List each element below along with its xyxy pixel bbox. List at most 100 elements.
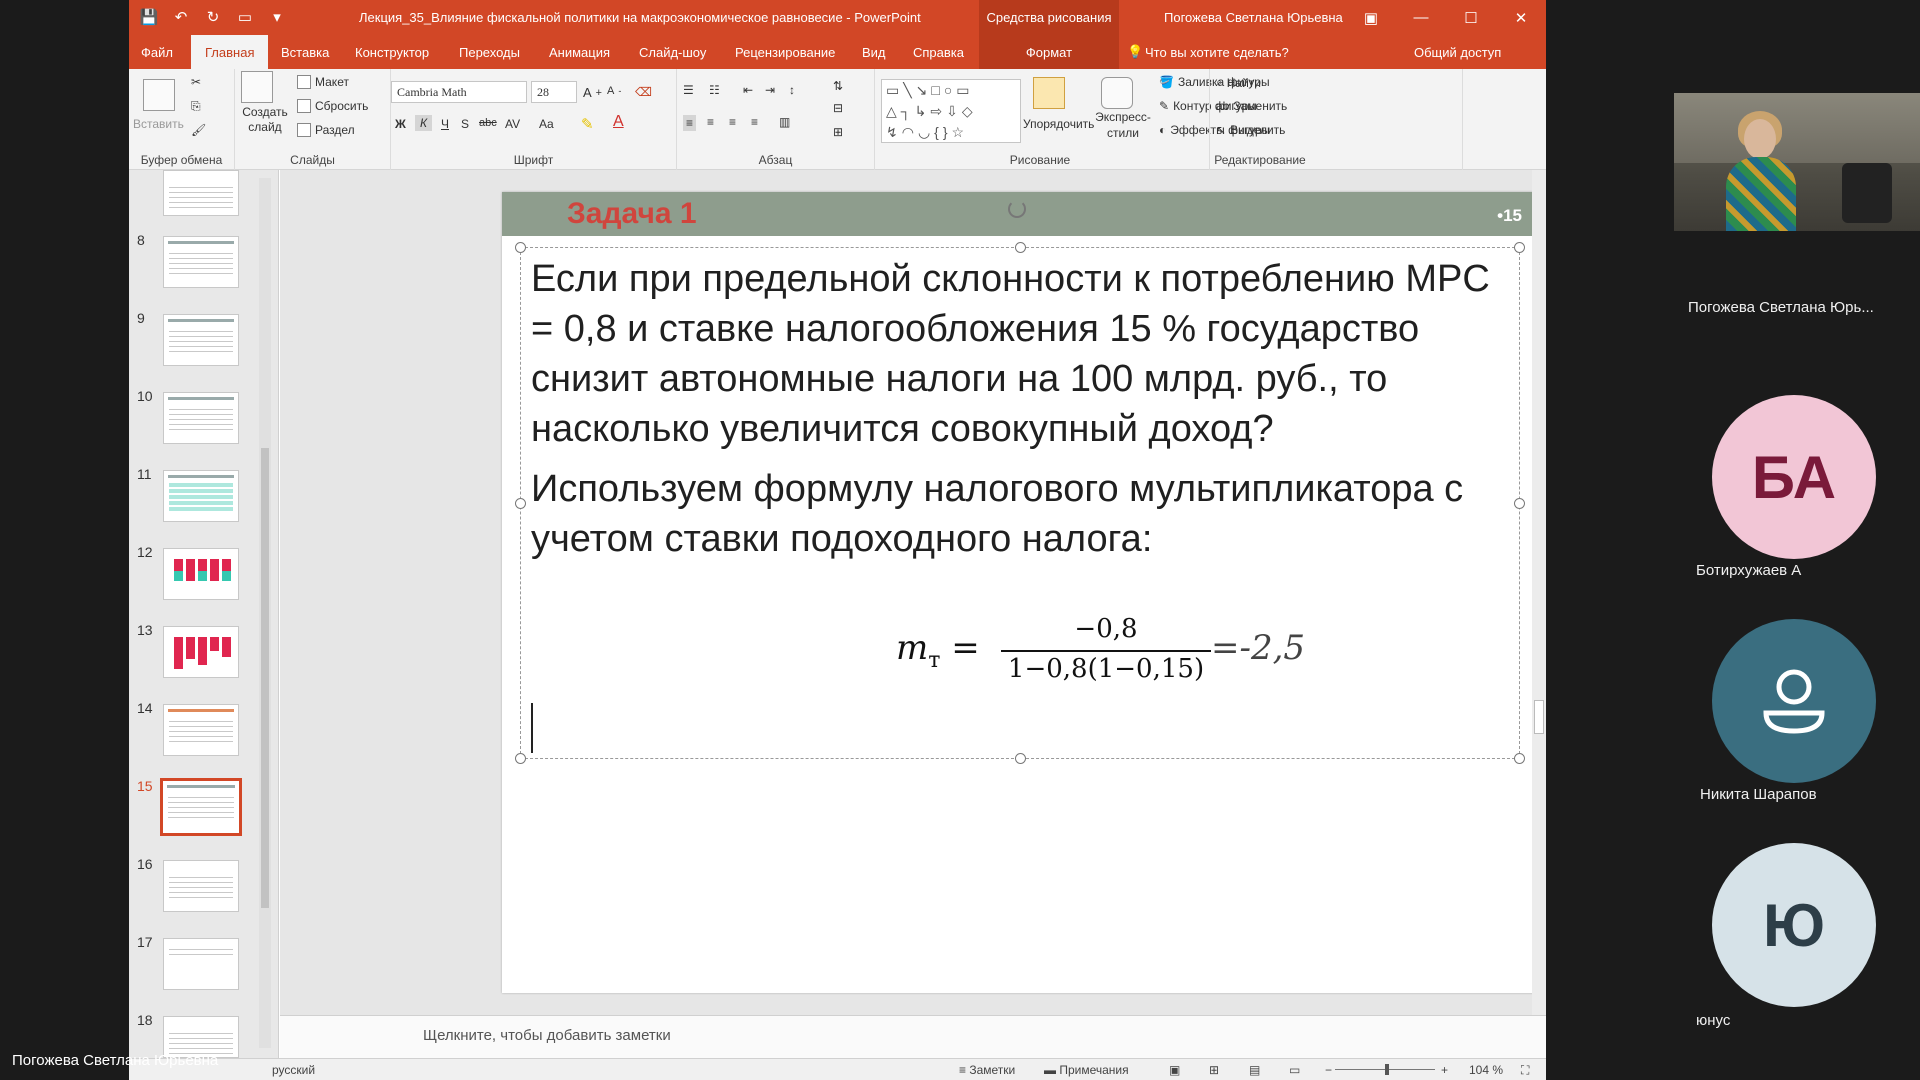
char-spacing-button[interactable]: AV	[505, 117, 520, 131]
participant-avatar[interactable]	[1712, 619, 1876, 783]
tab-review[interactable]: Рецензирование	[735, 35, 835, 69]
underline-button[interactable]: Ч	[441, 117, 449, 131]
signed-in-user[interactable]: Погожева Светлана Юрьевна	[1164, 10, 1343, 25]
paste-button[interactable]: Вставить	[133, 117, 184, 131]
tab-help[interactable]: Справка	[913, 35, 964, 69]
arrange-button[interactable]: Упорядочить	[1023, 117, 1094, 131]
bold-button[interactable]: Ж	[395, 117, 406, 131]
thumbnails-scrollbar[interactable]	[259, 178, 271, 1048]
format-painter-icon[interactable]: 🖌	[191, 123, 206, 137]
copy-icon[interactable]: ⎘	[191, 99, 201, 114]
presenter-video[interactable]	[1674, 93, 1920, 231]
decrease-indent-icon[interactable]: ⇤	[743, 83, 753, 97]
numbering-icon[interactable]: ☷	[709, 83, 720, 97]
zoom-out-icon[interactable]: −	[1325, 1063, 1332, 1077]
quick-styles-icon[interactable]	[1101, 77, 1133, 109]
scrollbar-thumb[interactable]	[1534, 700, 1544, 734]
thumbnail-slide-15[interactable]	[160, 778, 242, 836]
font-size-combo[interactable]: 28	[531, 81, 577, 103]
thumbnail-slide-7[interactable]	[163, 170, 239, 216]
thumbnail-slide-9[interactable]	[163, 314, 239, 366]
notes-pane[interactable]: Щелкните, чтобы добавить заметки	[280, 1015, 1546, 1058]
increase-indent-icon[interactable]: ⇥	[765, 83, 775, 97]
quick-styles-button[interactable]: Экспресс-стили	[1093, 109, 1153, 141]
layout-button[interactable]: Макет	[297, 75, 349, 89]
share-button[interactable]: Общий доступ	[1414, 35, 1501, 69]
close-icon[interactable]: ✕	[1496, 0, 1546, 35]
align-left-icon[interactable]: ≡	[683, 115, 697, 131]
resize-handle[interactable]	[515, 753, 526, 764]
tell-me-search[interactable]: Что вы хотите сделать?	[1145, 35, 1289, 69]
customize-qat-icon[interactable]: ▾	[267, 7, 287, 27]
normal-view-icon[interactable]: ▣	[1169, 1063, 1180, 1077]
minimize-icon[interactable]: —	[1396, 0, 1446, 35]
clear-formatting-icon[interactable]: ⌫	[635, 85, 652, 99]
tab-slideshow[interactable]: Слайд-шоу	[639, 35, 706, 69]
thumbnail-slide-14[interactable]	[163, 704, 239, 756]
zoom-slider[interactable]	[1335, 1064, 1435, 1075]
columns-icon[interactable]: ▥	[779, 115, 790, 129]
bullets-icon[interactable]: ☰	[683, 83, 694, 97]
resize-handle[interactable]	[515, 498, 526, 509]
grow-font-icon[interactable]: A +	[583, 85, 602, 100]
thumbnail-slide-17[interactable]	[163, 938, 239, 990]
resize-handle[interactable]	[1514, 753, 1525, 764]
align-text-icon[interactable]: ⊟	[833, 101, 843, 115]
comments-toggle[interactable]: ▬ Примечания	[1044, 1063, 1129, 1077]
zoom-in-icon[interactable]: +	[1441, 1063, 1448, 1077]
rotate-handle-icon[interactable]	[1008, 200, 1026, 218]
thumbnail-slide-13[interactable]	[163, 626, 239, 678]
redo-icon[interactable]: ↻	[203, 7, 223, 27]
justify-icon[interactable]: ≡	[751, 115, 758, 129]
start-slideshow-icon[interactable]: ▭	[235, 7, 255, 27]
tab-format[interactable]: Формат	[979, 35, 1119, 69]
save-icon[interactable]: 💾	[139, 7, 159, 27]
section-button[interactable]: Раздел	[297, 123, 355, 137]
participant-avatar[interactable]: БА	[1712, 395, 1876, 559]
tab-home[interactable]: Главная	[191, 35, 269, 69]
resize-handle[interactable]	[1514, 498, 1525, 509]
thumbnail-slide-8[interactable]	[163, 236, 239, 288]
slide-sorter-icon[interactable]: ⊞	[1209, 1063, 1219, 1077]
zoom-level[interactable]: 104 %	[1469, 1063, 1503, 1077]
resize-handle[interactable]	[1514, 242, 1525, 253]
thumbnail-slide-11[interactable]	[163, 470, 239, 522]
smartart-icon[interactable]: ⊞	[833, 125, 843, 139]
cut-icon[interactable]: ✂	[191, 75, 201, 89]
resize-handle[interactable]	[515, 242, 526, 253]
tab-transitions[interactable]: Переходы	[459, 35, 520, 69]
select-button[interactable]: ↖ Выделить	[1216, 123, 1285, 137]
tab-insert[interactable]: Вставка	[281, 35, 329, 69]
reading-view-icon[interactable]: ▤	[1249, 1063, 1260, 1077]
thumbnail-slide-12[interactable]	[163, 548, 239, 600]
line-spacing-icon[interactable]: ↕	[789, 83, 795, 97]
tab-design[interactable]: Конструктор	[355, 35, 429, 69]
slide-body-text[interactable]: Если при предельной склонности к потребл…	[531, 254, 1501, 564]
paste-icon[interactable]	[143, 79, 175, 111]
text-direction-icon[interactable]: ⇅	[833, 79, 843, 93]
resize-handle[interactable]	[1015, 242, 1026, 253]
change-case-button[interactable]: Aa	[539, 117, 554, 131]
resize-handle[interactable]	[1015, 753, 1026, 764]
strikethrough-button[interactable]: abc	[479, 117, 497, 129]
align-right-icon[interactable]: ≡	[729, 115, 736, 129]
font-name-combo[interactable]: Cambria Math	[391, 81, 527, 103]
thumbnail-slide-16[interactable]	[163, 860, 239, 912]
italic-button[interactable]: К	[415, 115, 433, 131]
tab-file[interactable]: Файл	[141, 35, 173, 69]
notes-toggle[interactable]: ≡ Заметки	[959, 1063, 1015, 1077]
shapes-gallery[interactable]: ▭╲↘□○▭ △┐↳⇨⇩◇ ↯◠◡{}☆	[881, 79, 1021, 143]
slide-scrollbar[interactable]	[1532, 170, 1546, 1015]
language-indicator[interactable]: русский	[272, 1063, 315, 1077]
scrollbar-thumb[interactable]	[261, 448, 269, 908]
zoom-slider-knob[interactable]	[1385, 1064, 1389, 1075]
replace-button[interactable]: ab Заменить	[1216, 99, 1287, 113]
participant-avatar[interactable]: Ю	[1712, 843, 1876, 1007]
highlight-icon[interactable]: ✎	[581, 115, 594, 133]
ribbon-display-icon[interactable]: ▣	[1346, 0, 1396, 35]
thumbnail-slide-10[interactable]	[163, 392, 239, 444]
maximize-icon[interactable]: ☐	[1446, 0, 1496, 35]
tab-animation[interactable]: Анимация	[549, 35, 610, 69]
align-center-icon[interactable]: ≡	[707, 115, 714, 129]
selected-text-box[interactable]: Если при предельной склонности к потребл…	[515, 242, 1525, 764]
